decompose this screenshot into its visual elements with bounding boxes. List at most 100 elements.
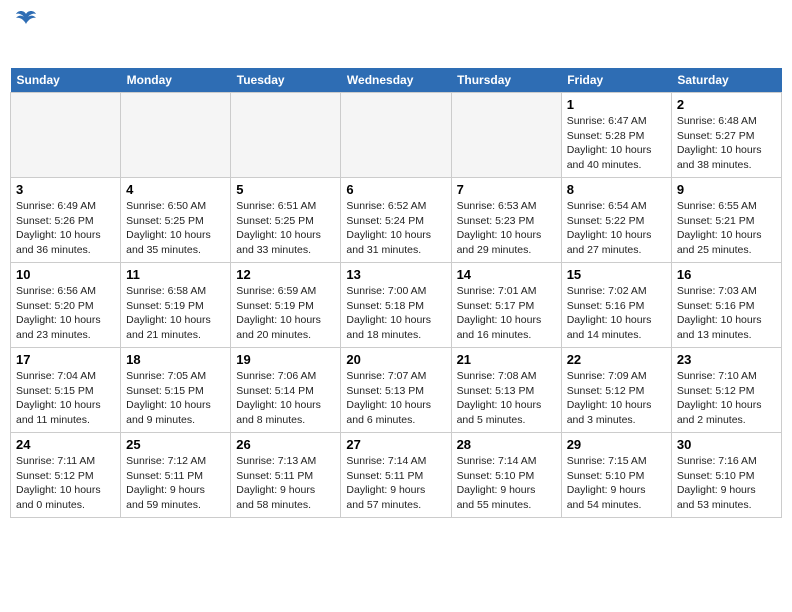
day-number: 22 bbox=[567, 352, 666, 367]
day-number: 15 bbox=[567, 267, 666, 282]
day-info: Sunrise: 6:47 AM Sunset: 5:28 PM Dayligh… bbox=[567, 114, 666, 173]
day-info: Sunrise: 7:04 AM Sunset: 5:15 PM Dayligh… bbox=[16, 369, 115, 428]
calendar-cell: 2 Sunrise: 6:48 AM Sunset: 5:27 PM Daylig… bbox=[671, 93, 781, 178]
calendar-cell: 14 Sunrise: 7:01 AM Sunset: 5:17 PM Dayli… bbox=[451, 263, 561, 348]
day-info: Sunrise: 7:16 AM Sunset: 5:10 PM Dayligh… bbox=[677, 454, 776, 513]
logo-bird-icon bbox=[12, 10, 40, 32]
day-info: Sunrise: 7:05 AM Sunset: 5:15 PM Dayligh… bbox=[126, 369, 225, 428]
day-number: 10 bbox=[16, 267, 115, 282]
day-number: 3 bbox=[16, 182, 115, 197]
day-info: Sunrise: 6:49 AM Sunset: 5:26 PM Dayligh… bbox=[16, 199, 115, 258]
day-number: 12 bbox=[236, 267, 335, 282]
day-info: Sunrise: 6:53 AM Sunset: 5:23 PM Dayligh… bbox=[457, 199, 556, 258]
logo bbox=[10, 10, 40, 58]
day-number: 14 bbox=[457, 267, 556, 282]
calendar-week-row: 1 Sunrise: 6:47 AM Sunset: 5:28 PM Daylig… bbox=[11, 93, 782, 178]
page-header bbox=[10, 10, 782, 58]
calendar-cell: 24 Sunrise: 7:11 AM Sunset: 5:12 PM Dayli… bbox=[11, 433, 121, 518]
calendar-cell: 6 Sunrise: 6:52 AM Sunset: 5:24 PM Daylig… bbox=[341, 178, 451, 263]
calendar-week-row: 24 Sunrise: 7:11 AM Sunset: 5:12 PM Dayli… bbox=[11, 433, 782, 518]
calendar-cell: 20 Sunrise: 7:07 AM Sunset: 5:13 PM Dayli… bbox=[341, 348, 451, 433]
calendar-cell: 10 Sunrise: 6:56 AM Sunset: 5:20 PM Dayli… bbox=[11, 263, 121, 348]
col-header-friday: Friday bbox=[561, 68, 671, 93]
calendar-cell: 21 Sunrise: 7:08 AM Sunset: 5:13 PM Dayli… bbox=[451, 348, 561, 433]
calendar-cell bbox=[341, 93, 451, 178]
day-info: Sunrise: 7:13 AM Sunset: 5:11 PM Dayligh… bbox=[236, 454, 335, 513]
day-number: 6 bbox=[346, 182, 445, 197]
calendar-cell: 9 Sunrise: 6:55 AM Sunset: 5:21 PM Daylig… bbox=[671, 178, 781, 263]
calendar-table: SundayMondayTuesdayWednesdayThursdayFrid… bbox=[10, 68, 782, 518]
calendar-cell: 8Sunrise: 6:54 AM Sunset: 5:22 PM Daylig… bbox=[561, 178, 671, 263]
day-info: Sunrise: 6:50 AM Sunset: 5:25 PM Dayligh… bbox=[126, 199, 225, 258]
day-info: Sunrise: 7:08 AM Sunset: 5:13 PM Dayligh… bbox=[457, 369, 556, 428]
calendar-cell: 16 Sunrise: 7:03 AM Sunset: 5:16 PM Dayli… bbox=[671, 263, 781, 348]
day-info: Sunrise: 6:52 AM Sunset: 5:24 PM Dayligh… bbox=[346, 199, 445, 258]
day-number: 30 bbox=[677, 437, 776, 452]
day-info: Sunrise: 6:48 AM Sunset: 5:27 PM Dayligh… bbox=[677, 114, 776, 173]
calendar-week-row: 3 Sunrise: 6:49 AM Sunset: 5:26 PM Daylig… bbox=[11, 178, 782, 263]
day-number: 1 bbox=[567, 97, 666, 112]
calendar-cell: 19Sunrise: 7:06 AM Sunset: 5:14 PM Dayli… bbox=[231, 348, 341, 433]
calendar-cell: 23 Sunrise: 7:10 AM Sunset: 5:12 PM Dayli… bbox=[671, 348, 781, 433]
calendar-cell: 29 Sunrise: 7:15 AM Sunset: 5:10 PM Dayli… bbox=[561, 433, 671, 518]
calendar-cell: 7 Sunrise: 6:53 AM Sunset: 5:23 PM Daylig… bbox=[451, 178, 561, 263]
calendar-cell bbox=[451, 93, 561, 178]
day-number: 18 bbox=[126, 352, 225, 367]
calendar-cell: 22Sunrise: 7:09 AM Sunset: 5:12 PM Dayli… bbox=[561, 348, 671, 433]
day-info: Sunrise: 6:56 AM Sunset: 5:20 PM Dayligh… bbox=[16, 284, 115, 343]
day-info: Sunrise: 6:58 AM Sunset: 5:19 PM Dayligh… bbox=[126, 284, 225, 343]
calendar-cell: 5 Sunrise: 6:51 AM Sunset: 5:25 PM Daylig… bbox=[231, 178, 341, 263]
col-header-tuesday: Tuesday bbox=[231, 68, 341, 93]
day-number: 19 bbox=[236, 352, 335, 367]
day-number: 20 bbox=[346, 352, 445, 367]
day-info: Sunrise: 7:00 AM Sunset: 5:18 PM Dayligh… bbox=[346, 284, 445, 343]
day-info: Sunrise: 7:11 AM Sunset: 5:12 PM Dayligh… bbox=[16, 454, 115, 513]
col-header-monday: Monday bbox=[121, 68, 231, 93]
calendar-week-row: 10 Sunrise: 6:56 AM Sunset: 5:20 PM Dayli… bbox=[11, 263, 782, 348]
day-number: 25 bbox=[126, 437, 225, 452]
day-number: 4 bbox=[126, 182, 225, 197]
calendar-cell: 25Sunrise: 7:12 AM Sunset: 5:11 PM Dayli… bbox=[121, 433, 231, 518]
day-number: 5 bbox=[236, 182, 335, 197]
day-number: 29 bbox=[567, 437, 666, 452]
col-header-sunday: Sunday bbox=[11, 68, 121, 93]
day-number: 13 bbox=[346, 267, 445, 282]
day-info: Sunrise: 7:10 AM Sunset: 5:12 PM Dayligh… bbox=[677, 369, 776, 428]
day-number: 7 bbox=[457, 182, 556, 197]
calendar-cell: 13 Sunrise: 7:00 AM Sunset: 5:18 PM Dayli… bbox=[341, 263, 451, 348]
day-info: Sunrise: 6:59 AM Sunset: 5:19 PM Dayligh… bbox=[236, 284, 335, 343]
col-header-saturday: Saturday bbox=[671, 68, 781, 93]
day-number: 21 bbox=[457, 352, 556, 367]
day-number: 2 bbox=[677, 97, 776, 112]
calendar-cell: 17 Sunrise: 7:04 AM Sunset: 5:15 PM Dayli… bbox=[11, 348, 121, 433]
day-info: Sunrise: 7:07 AM Sunset: 5:13 PM Dayligh… bbox=[346, 369, 445, 428]
day-number: 24 bbox=[16, 437, 115, 452]
day-number: 28 bbox=[457, 437, 556, 452]
day-info: Sunrise: 6:51 AM Sunset: 5:25 PM Dayligh… bbox=[236, 199, 335, 258]
calendar-cell: 28 Sunrise: 7:14 AM Sunset: 5:10 PM Dayli… bbox=[451, 433, 561, 518]
day-number: 11 bbox=[126, 267, 225, 282]
day-info: Sunrise: 7:14 AM Sunset: 5:10 PM Dayligh… bbox=[457, 454, 556, 513]
calendar-cell bbox=[11, 93, 121, 178]
day-number: 23 bbox=[677, 352, 776, 367]
day-info: Sunrise: 7:01 AM Sunset: 5:17 PM Dayligh… bbox=[457, 284, 556, 343]
calendar-cell: 26 Sunrise: 7:13 AM Sunset: 5:11 PM Dayli… bbox=[231, 433, 341, 518]
day-info: Sunrise: 7:14 AM Sunset: 5:11 PM Dayligh… bbox=[346, 454, 445, 513]
day-info: Sunrise: 7:03 AM Sunset: 5:16 PM Dayligh… bbox=[677, 284, 776, 343]
col-header-wednesday: Wednesday bbox=[341, 68, 451, 93]
day-number: 26 bbox=[236, 437, 335, 452]
day-number: 9 bbox=[677, 182, 776, 197]
calendar-cell: 3 Sunrise: 6:49 AM Sunset: 5:26 PM Daylig… bbox=[11, 178, 121, 263]
calendar-cell: 12 Sunrise: 6:59 AM Sunset: 5:19 PM Dayli… bbox=[231, 263, 341, 348]
calendar-cell: 4 Sunrise: 6:50 AM Sunset: 5:25 PM Daylig… bbox=[121, 178, 231, 263]
day-number: 16 bbox=[677, 267, 776, 282]
day-number: 17 bbox=[16, 352, 115, 367]
day-info: Sunrise: 7:15 AM Sunset: 5:10 PM Dayligh… bbox=[567, 454, 666, 513]
day-info: Sunrise: 6:55 AM Sunset: 5:21 PM Dayligh… bbox=[677, 199, 776, 258]
calendar-cell: 11 Sunrise: 6:58 AM Sunset: 5:19 PM Dayli… bbox=[121, 263, 231, 348]
day-info: Sunrise: 7:02 AM Sunset: 5:16 PM Dayligh… bbox=[567, 284, 666, 343]
calendar-cell bbox=[231, 93, 341, 178]
col-header-thursday: Thursday bbox=[451, 68, 561, 93]
calendar-cell: 27Sunrise: 7:14 AM Sunset: 5:11 PM Dayli… bbox=[341, 433, 451, 518]
day-number: 8 bbox=[567, 182, 666, 197]
